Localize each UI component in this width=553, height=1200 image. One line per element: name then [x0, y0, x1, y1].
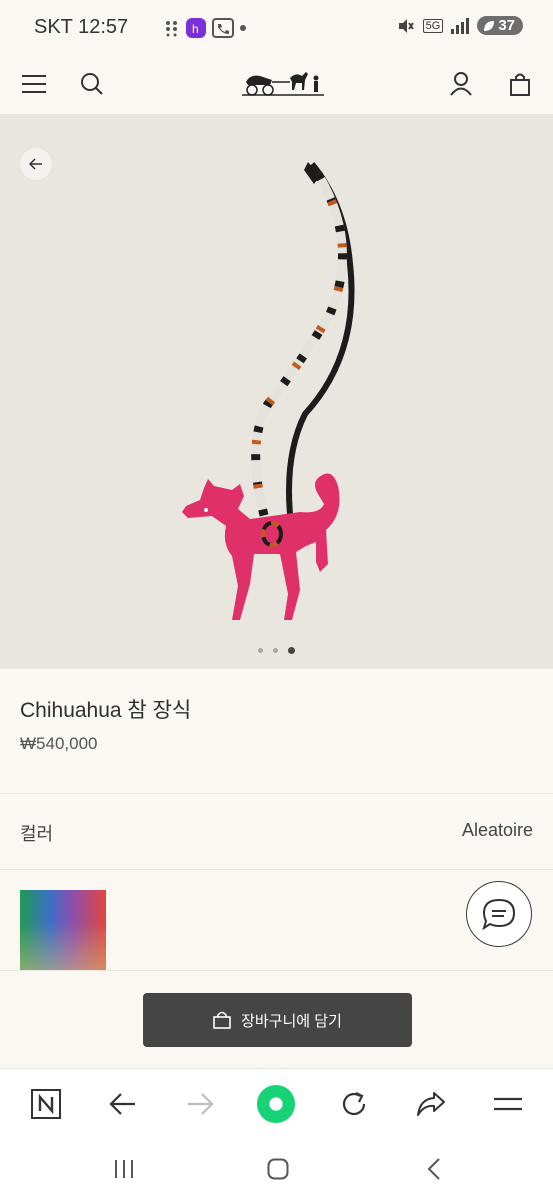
share-icon [417, 1092, 445, 1116]
notification-grid-icon [166, 21, 177, 37]
green-home-icon [256, 1084, 296, 1124]
back-icon [427, 1158, 440, 1180]
pagination-dot[interactable] [273, 648, 278, 653]
browser-menu-button[interactable] [488, 1084, 528, 1124]
product-price: ₩540,000 [20, 734, 98, 753]
pagination-dot-active[interactable] [288, 647, 295, 654]
system-back-button[interactable] [414, 1152, 454, 1186]
chat-button[interactable] [466, 881, 532, 947]
site-header [0, 56, 553, 114]
home-button[interactable] [258, 1152, 298, 1186]
hermes-carriage-logo [242, 72, 324, 96]
pagination-dot[interactable] [258, 648, 263, 653]
color-swatch-aleatoire[interactable] [20, 890, 106, 970]
color-label: 컬러 [20, 824, 54, 844]
shopping-bag-icon [213, 1011, 231, 1029]
system-navigation-bar [0, 1138, 553, 1200]
notification-icons: h [164, 18, 246, 38]
product-title: Chihuahua 참 장식 [20, 699, 192, 722]
mute-icon [398, 18, 414, 33]
battery-leaf-icon [484, 20, 495, 31]
divider [0, 869, 553, 870]
home-icon [267, 1158, 289, 1180]
search-icon [81, 73, 103, 95]
divider [0, 970, 553, 971]
menu-icon [494, 1097, 522, 1111]
carrier-time: SKT 12:57 [34, 16, 129, 38]
hamburger-menu-icon [22, 75, 46, 93]
status-bar: SKT 12:57 h 5G 37 [0, 0, 553, 56]
account-button[interactable] [443, 66, 479, 102]
browser-back-button[interactable] [103, 1084, 143, 1124]
product-image [182, 162, 355, 620]
arrow-forward-icon [188, 1093, 214, 1115]
svg-text:h: h [192, 22, 199, 36]
shopping-bag-icon [510, 73, 530, 96]
signal-icon [451, 17, 470, 34]
color-value: Aleatoire [461, 820, 533, 840]
add-to-cart-button[interactable]: 장바구니에 담기 [143, 993, 412, 1047]
menu-button[interactable] [16, 66, 52, 102]
color-selector-row[interactable]: 컬러 Aleatoire [0, 794, 553, 870]
search-button[interactable] [74, 66, 110, 102]
hermes-logo[interactable] [240, 68, 326, 100]
system-status-icons: 5G 37 [397, 16, 523, 35]
recent-apps-icon [115, 1160, 133, 1178]
bag-button[interactable] [502, 66, 538, 102]
add-to-cart-label: 장바구니에 담기 [241, 1012, 342, 1030]
product-gallery[interactable] [0, 114, 553, 669]
network-type: 5G [422, 18, 444, 33]
battery-level: 37 [498, 17, 515, 34]
refresh-icon [342, 1092, 366, 1116]
battery-indicator: 37 [477, 16, 523, 35]
naver-button[interactable] [26, 1084, 66, 1124]
naver-icon [31, 1089, 61, 1119]
recent-apps-button[interactable] [104, 1152, 144, 1186]
browser-toolbar [0, 1068, 553, 1138]
call-notification-icon [212, 18, 234, 38]
share-button[interactable] [411, 1084, 451, 1124]
browser-home-button[interactable] [256, 1084, 296, 1124]
user-icon [450, 72, 472, 96]
browser-forward-button[interactable] [180, 1084, 220, 1124]
gallery-pagination [0, 647, 553, 654]
dot-icon [240, 25, 246, 31]
refresh-button[interactable] [334, 1084, 374, 1124]
app-notification-icon: h [186, 18, 206, 38]
arrow-back-icon [109, 1093, 135, 1115]
chat-bubble-icon [482, 898, 516, 930]
